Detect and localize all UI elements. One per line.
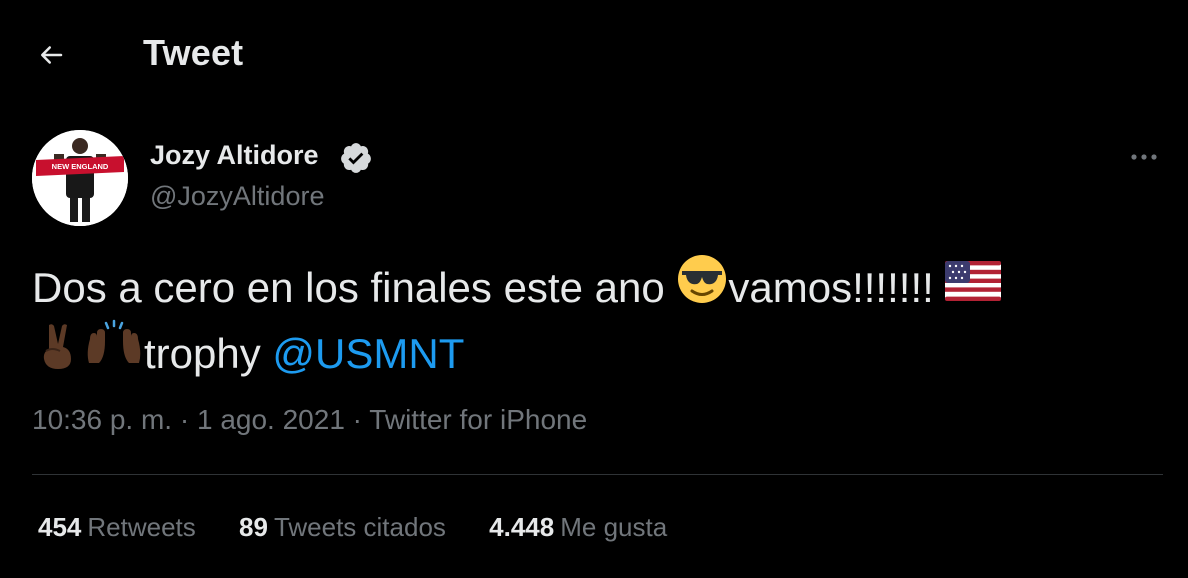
top-bar: Tweet: [0, 0, 1188, 108]
meta-separator: ·: [172, 404, 197, 435]
avatar-scarf-text: NEW ENGLAND: [52, 162, 109, 171]
stat-count: 454: [38, 512, 82, 542]
stat-label: Tweets citados: [273, 512, 446, 542]
engagement-stats: 454 Retweets 89 Tweets citados 4.448 Me gus…: [38, 512, 703, 543]
tweet-meta: 10:36 p. m. · 1 ago. 2021 · Twitter for …: [32, 404, 587, 436]
tweet-text-part1: Dos a cero en los finales este ano: [32, 264, 677, 312]
victory-hand-dark-skin-emoji: [32, 319, 84, 385]
stat-label: Me gusta: [560, 512, 668, 542]
author-handle[interactable]: @JozyAltidore: [150, 181, 324, 212]
avatar-photo: NEW ENGLAND: [32, 130, 128, 226]
sunglasses-face-emoji: [676, 253, 728, 319]
divider: [32, 474, 1163, 475]
more-dots-icon: [1131, 154, 1157, 160]
tweet-text-part3: trophy: [144, 330, 273, 378]
tweet-source[interactable]: Twitter for iPhone: [369, 404, 587, 435]
us-flag-emoji: [945, 258, 1002, 315]
stat-label: Retweets: [87, 512, 196, 542]
tweet-time[interactable]: 10:36 p. m.: [32, 404, 172, 435]
meta-separator: ·: [344, 404, 370, 435]
more-button[interactable]: [1120, 142, 1168, 172]
stat-count: 89: [239, 512, 268, 542]
verified-badge-icon: [339, 141, 373, 175]
arrow-left-icon: [41, 46, 63, 64]
raising-hands-dark-skin-emoji: [84, 319, 144, 385]
stat-count: 4.448: [489, 512, 555, 542]
tweet-date[interactable]: 1 ago. 2021: [197, 404, 345, 435]
avatar[interactable]: NEW ENGLAND: [32, 130, 128, 226]
stat-quote-tweets[interactable]: 89 Tweets citados: [239, 512, 446, 543]
tweet-text: Dos a cero en los finales este ano vamos…: [32, 255, 1142, 390]
author-name[interactable]: Jozy Altidore: [150, 140, 319, 171]
stat-likes[interactable]: 4.448 Me gusta: [489, 512, 667, 543]
tweet-text-part2: vamos!!!!!!!: [728, 264, 946, 312]
back-button[interactable]: [28, 32, 74, 78]
mention-link[interactable]: @USMNT: [272, 330, 464, 377]
page-title: Tweet: [143, 32, 244, 73]
stat-retweets[interactable]: 454 Retweets: [38, 512, 196, 543]
